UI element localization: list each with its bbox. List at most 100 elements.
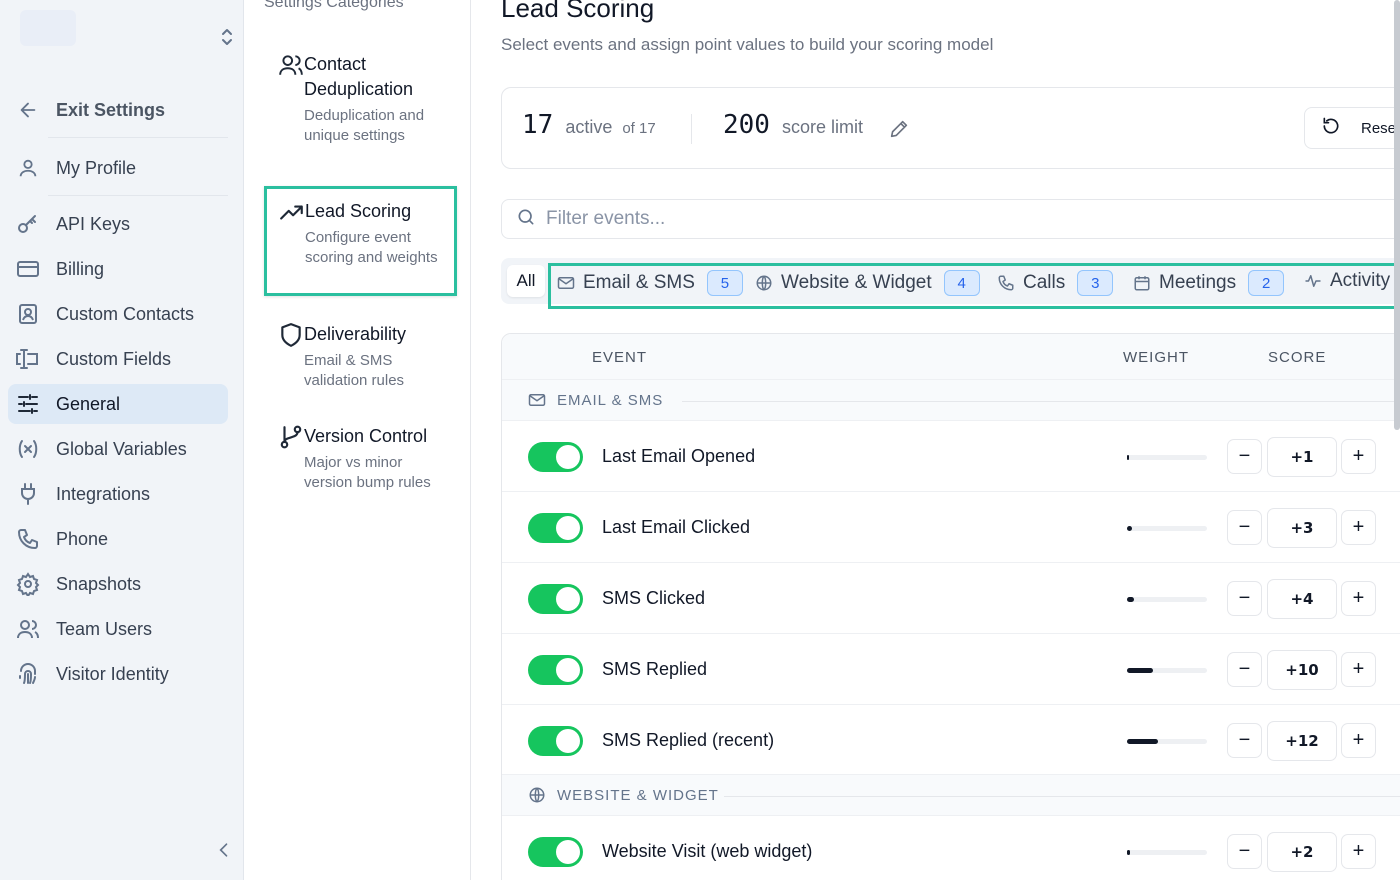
tab-email-sms[interactable]: Email & SMS 5 (557, 270, 743, 296)
increment-score-button[interactable]: + (1341, 439, 1376, 474)
exit-settings-button[interactable]: Exit Settings (8, 90, 228, 130)
category-contact-deduplication[interactable]: Contact Deduplication Deduplication and … (266, 52, 456, 146)
page-scrollbar[interactable] (1394, 0, 1400, 430)
variable-icon (8, 437, 48, 461)
increment-score-button[interactable]: + (1341, 510, 1376, 545)
filter-events-input[interactable] (546, 208, 1146, 230)
score-value[interactable]: +1 (1267, 437, 1337, 477)
activity-icon (1304, 272, 1322, 290)
weight-fill (1127, 597, 1135, 602)
score-column-header: SCORE (1268, 349, 1327, 366)
category-lead-scoring[interactable]: Lead Scoring Configure event scoring and… (264, 186, 457, 296)
weight-fill (1127, 850, 1131, 855)
filter-events-box (501, 199, 1400, 239)
group-email-sms: EMAIL & SMS (502, 379, 1400, 421)
category-description: Configure event scoring and weights (305, 229, 438, 266)
event-name: SMS Replied (recent) (602, 730, 775, 750)
contact-card-icon (8, 302, 48, 326)
sidebar-item-visitor-identity[interactable]: Visitor Identity (8, 654, 228, 694)
tab-calls[interactable]: Calls 3 (997, 270, 1114, 296)
table-header: EVENT WEIGHT SCORE (502, 334, 1400, 380)
divider (724, 796, 1400, 797)
sidebar-item-api-keys[interactable]: API Keys (8, 204, 228, 244)
mail-icon (557, 274, 575, 292)
tab-activity[interactable]: Activity (1304, 270, 1390, 292)
event-name: SMS Clicked (602, 588, 706, 608)
sidebar-item-custom-fields[interactable]: Custom Fields (8, 339, 228, 379)
mail-icon (528, 391, 546, 414)
collapse-sidebar-icon[interactable] (214, 840, 234, 865)
divider (48, 137, 228, 138)
tab-label: Email & SMS (583, 272, 695, 293)
category-version-control[interactable]: Version Control Major vs minor version b… (266, 424, 456, 493)
tab-meetings[interactable]: Meetings 2 (1133, 270, 1285, 296)
increment-score-button[interactable]: + (1341, 834, 1376, 869)
edit-limit-pencil-icon[interactable] (888, 118, 910, 145)
sidebar-item-label: Integrations (56, 483, 151, 504)
score-value[interactable]: +3 (1267, 508, 1337, 548)
reset-button[interactable]: Reset (1304, 107, 1400, 149)
phone-icon (8, 527, 48, 551)
score-value[interactable]: +4 (1267, 579, 1337, 619)
sidebar-item-global-variables[interactable]: Global Variables (8, 429, 228, 469)
sidebar-item-phone[interactable]: Phone (8, 519, 228, 559)
score-value[interactable]: +12 (1267, 721, 1337, 761)
sidebar-item-general[interactable]: General (8, 384, 228, 424)
divider (48, 195, 228, 196)
event-enabled-toggle[interactable] (528, 513, 583, 543)
sidebar-item-team-users[interactable]: Team Users (8, 609, 228, 649)
decrement-score-button[interactable]: − (1227, 439, 1262, 474)
sidebar-item-label: General (56, 393, 121, 414)
score-value[interactable]: +2 (1267, 832, 1337, 872)
plug-icon (8, 482, 48, 506)
weight-column-header: WEIGHT (1123, 349, 1189, 366)
decrement-score-button[interactable]: − (1227, 723, 1262, 758)
increment-score-button[interactable]: + (1341, 652, 1376, 687)
table-row: SMS Replied − +10 + (502, 634, 1400, 705)
sidebar-item-snapshots[interactable]: Snapshots (8, 564, 228, 604)
group-website-widget: WEBSITE & WIDGET (502, 774, 1400, 816)
decrement-score-button[interactable]: − (1227, 581, 1262, 616)
category-description: Major vs minor version bump rules (304, 454, 431, 491)
event-enabled-toggle[interactable] (528, 837, 583, 867)
decrement-score-button[interactable]: − (1227, 510, 1262, 545)
tab-label: Meetings (1159, 272, 1237, 293)
active-count-value: 17 (522, 110, 554, 140)
decrement-score-button[interactable]: − (1227, 834, 1262, 869)
settings-categories-panel: Settings Categories Contact Deduplicatio… (244, 0, 471, 880)
sidebar-item-integrations[interactable]: Integrations (8, 474, 228, 514)
sidebar-item-label: Custom Contacts (56, 303, 195, 324)
weight-bar (1127, 850, 1207, 855)
increment-score-button[interactable]: + (1341, 723, 1376, 758)
exit-settings-label: Exit Settings (56, 99, 166, 120)
increment-score-button[interactable]: + (1341, 581, 1376, 616)
sidebar-item-custom-contacts[interactable]: Custom Contacts (8, 294, 228, 334)
sidebar-item-label: Billing (56, 258, 105, 279)
workspace-logo[interactable] (20, 10, 76, 46)
users-icon (8, 617, 48, 641)
category-deliverability[interactable]: Deliverability Email & SMS validation ru… (266, 322, 456, 391)
event-enabled-toggle[interactable] (528, 442, 583, 472)
sidebar-item-billing[interactable]: Billing (8, 249, 228, 289)
categories-title: Settings Categories (264, 0, 404, 11)
event-enabled-toggle[interactable] (528, 584, 583, 614)
trending-up-icon (267, 199, 305, 293)
page-title: Lead Scoring (501, 0, 655, 23)
tab-website-widget[interactable]: Website & Widget 4 (755, 270, 980, 296)
sidebar-item-my-profile[interactable]: My Profile (8, 148, 228, 188)
score-value[interactable]: +10 (1267, 650, 1337, 690)
globe-icon (755, 274, 773, 292)
search-icon (516, 207, 536, 232)
tab-all[interactable]: All (507, 265, 545, 297)
sidebar-item-label: Snapshots (56, 573, 142, 594)
event-enabled-toggle[interactable] (528, 726, 583, 756)
chevron-updown-icon[interactable] (220, 27, 234, 52)
event-enabled-toggle[interactable] (528, 655, 583, 685)
text-field-icon (8, 347, 48, 371)
sliders-icon (8, 392, 48, 416)
sidebar-item-label: Team Users (56, 618, 153, 639)
tab-label: Calls (1023, 272, 1066, 293)
globe-icon (528, 786, 546, 809)
calendar-icon (1133, 274, 1151, 292)
decrement-score-button[interactable]: − (1227, 652, 1262, 687)
